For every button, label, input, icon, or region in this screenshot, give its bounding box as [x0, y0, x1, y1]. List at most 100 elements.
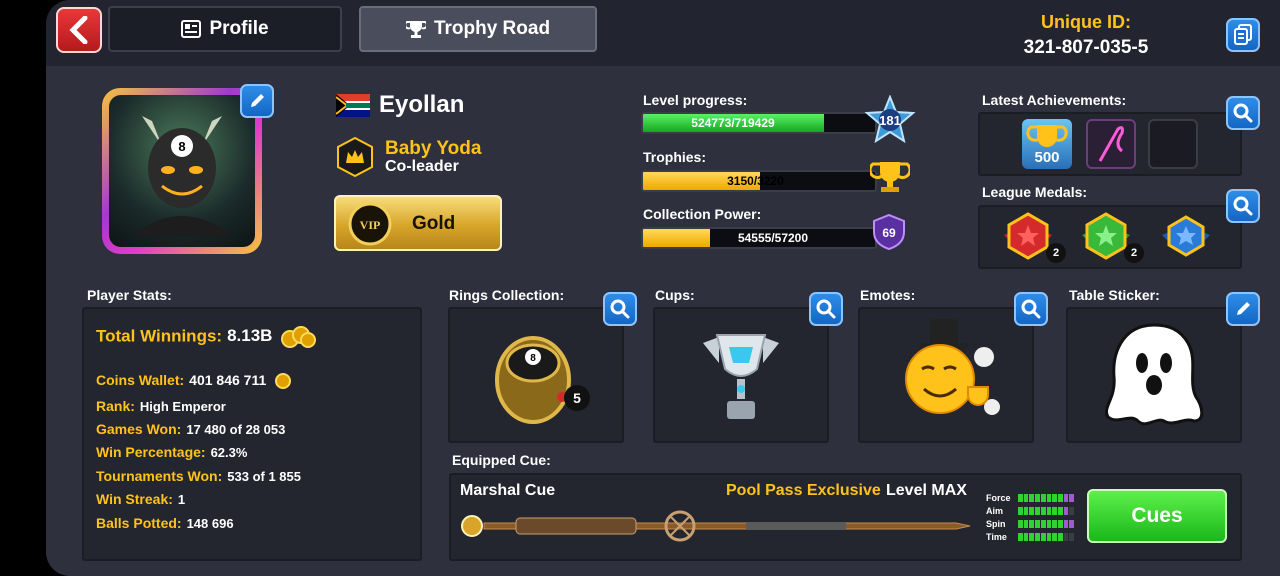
- cup-icon: [703, 334, 779, 419]
- star-level-icon: 181: [864, 95, 916, 144]
- rings-count: 5: [564, 385, 590, 411]
- unique-id-label: Unique ID:: [1041, 12, 1131, 32]
- green-medal-count: 2: [1124, 243, 1144, 263]
- club-name[interactable]: Baby Yoda: [385, 138, 481, 160]
- vip-tier-label: Gold: [412, 213, 456, 234]
- cue-icon: [461, 510, 971, 542]
- win-streak-row: Win Streak: 1: [96, 491, 185, 507]
- table-sticker-panel[interactable]: [1066, 307, 1242, 443]
- balls-potted-value: 148 696: [186, 516, 234, 531]
- search-icon: [1233, 196, 1253, 216]
- level-progress-label: Level progress:: [643, 92, 748, 108]
- svg-text:8: 8: [178, 139, 185, 154]
- league-medals-search-button[interactable]: [1226, 189, 1260, 223]
- tournaments-won-value: 533 of 1 855: [227, 469, 301, 484]
- emotes-search-button[interactable]: [1014, 292, 1048, 326]
- rings-collection-panel[interactable]: 8 5: [448, 307, 624, 443]
- avatar-frame[interactable]: 8: [102, 88, 262, 254]
- cues-button[interactable]: Cues: [1087, 489, 1227, 543]
- balls-potted-row: Balls Potted: 148 696: [96, 515, 234, 531]
- time-bar: [1018, 533, 1075, 541]
- tab-profile-label: Profile: [209, 18, 269, 39]
- force-bar: [1018, 494, 1075, 502]
- unique-id-value: 321-807-035-5: [1023, 37, 1149, 58]
- trophy-icon: [405, 21, 426, 38]
- league-medals-label: League Medals:: [982, 184, 1088, 200]
- cue-exclusive-tag: Pool Pass Exclusive: [726, 482, 881, 499]
- vip-icon: VIP: [348, 202, 392, 246]
- trophies-label: Trophies:: [643, 149, 707, 165]
- club-icon[interactable]: [336, 137, 374, 177]
- back-arrow-icon: [69, 16, 88, 44]
- trophies-bar: 3150/3220: [641, 170, 877, 192]
- coins-wallet-row: Coins Wallet: 401 846 711: [96, 372, 292, 390]
- win-percentage-label: Win Percentage:: [96, 444, 206, 460]
- trophy-cup-icon: [870, 162, 910, 192]
- collection-power-text: 54555/57200: [737, 231, 809, 245]
- latest-achievements-panel: 500: [978, 112, 1242, 176]
- cups-panel[interactable]: [653, 307, 829, 443]
- edit-icon: [251, 94, 264, 107]
- achievements-search-button[interactable]: [1226, 96, 1260, 130]
- tab-profile[interactable]: Profile: [108, 6, 342, 52]
- tournaments-won-label: Tournaments Won:: [96, 468, 223, 484]
- time-label: Time: [986, 532, 1007, 542]
- total-winnings-row: Total Winnings: 8.13B: [96, 326, 317, 348]
- search-icon: [1021, 299, 1041, 319]
- vip-badge-text: VIP: [360, 218, 381, 232]
- player-name: Eyollan: [379, 91, 465, 118]
- coins-wallet-value: 401 846 711: [189, 372, 267, 388]
- edit-sticker-button[interactable]: [1226, 292, 1260, 326]
- vip-status-button[interactable]: VIP Gold: [334, 195, 502, 251]
- games-won-label: Games Won:: [96, 421, 182, 437]
- achievement-cue[interactable]: [1086, 119, 1136, 169]
- level-progress-bar: 524773/719429: [641, 112, 877, 134]
- emotes-panel[interactable]: [858, 307, 1034, 443]
- rank-row: Rank: High Emperor: [96, 398, 226, 414]
- league-medals-panel: 2 2: [978, 205, 1242, 269]
- copy-icon: [1234, 24, 1252, 45]
- coins-wallet-label: Coins Wallet:: [96, 372, 185, 388]
- rings-collection-label: Rings Collection:: [449, 287, 565, 303]
- cups-label: Cups:: [655, 287, 695, 303]
- force-label: Force: [986, 493, 1011, 503]
- top-bar: Profile Trophy Road Unique ID: 321-807-0…: [46, 0, 1280, 66]
- cups-search-button[interactable]: [809, 292, 843, 326]
- ghost-sticker-icon: [1105, 323, 1204, 426]
- back-button[interactable]: [56, 7, 102, 53]
- latest-achievements-label: Latest Achievements:: [982, 92, 1127, 108]
- games-won-value: 17 480 of 28 053: [186, 422, 286, 437]
- cue-name: Marshal Cue: [460, 482, 556, 499]
- coins-icon: [281, 326, 317, 348]
- aim-bar: [1018, 507, 1075, 515]
- club-role: Co-leader: [385, 158, 459, 175]
- table-sticker-label: Table Sticker:: [1069, 287, 1160, 303]
- total-winnings-value: 8.13B: [227, 326, 273, 346]
- rank-label: Rank:: [96, 398, 135, 414]
- copy-id-button[interactable]: [1226, 18, 1260, 52]
- equipped-cue-label: Equipped Cue:: [452, 452, 551, 468]
- blue-star-medal-icon[interactable]: [1158, 211, 1214, 261]
- avatar-character-icon: 8: [132, 116, 232, 236]
- achievement-empty-slot: [1148, 119, 1198, 169]
- games-won-row: Games Won: 17 480 of 28 053: [96, 421, 285, 437]
- flag-icon: [336, 94, 370, 117]
- player-stats-label: Player Stats:: [87, 287, 172, 303]
- emotes-label: Emotes:: [860, 287, 916, 303]
- ring-icon: 8: [495, 336, 571, 424]
- rings-search-button[interactable]: [603, 292, 637, 326]
- win-streak-value: 1: [177, 492, 186, 507]
- balls-potted-label: Balls Potted:: [96, 515, 182, 531]
- achievement-trophy[interactable]: 500: [1022, 119, 1072, 169]
- win-percentage-value: 62.3%: [210, 445, 248, 460]
- edit-avatar-button[interactable]: [240, 84, 274, 118]
- cue-level: Level MAX: [886, 482, 967, 499]
- level-badge-text: 181: [879, 113, 901, 128]
- edit-icon: [1237, 302, 1250, 315]
- achievement-value: 500: [1034, 149, 1060, 166]
- total-winnings-label: Total Winnings:: [96, 326, 223, 346]
- profile-screen: Profile Trophy Road Unique ID: 321-807-0…: [46, 0, 1280, 576]
- aim-label: Aim: [986, 506, 1004, 516]
- avatar: 8: [109, 95, 255, 247]
- tab-trophy-road[interactable]: Trophy Road: [359, 6, 597, 52]
